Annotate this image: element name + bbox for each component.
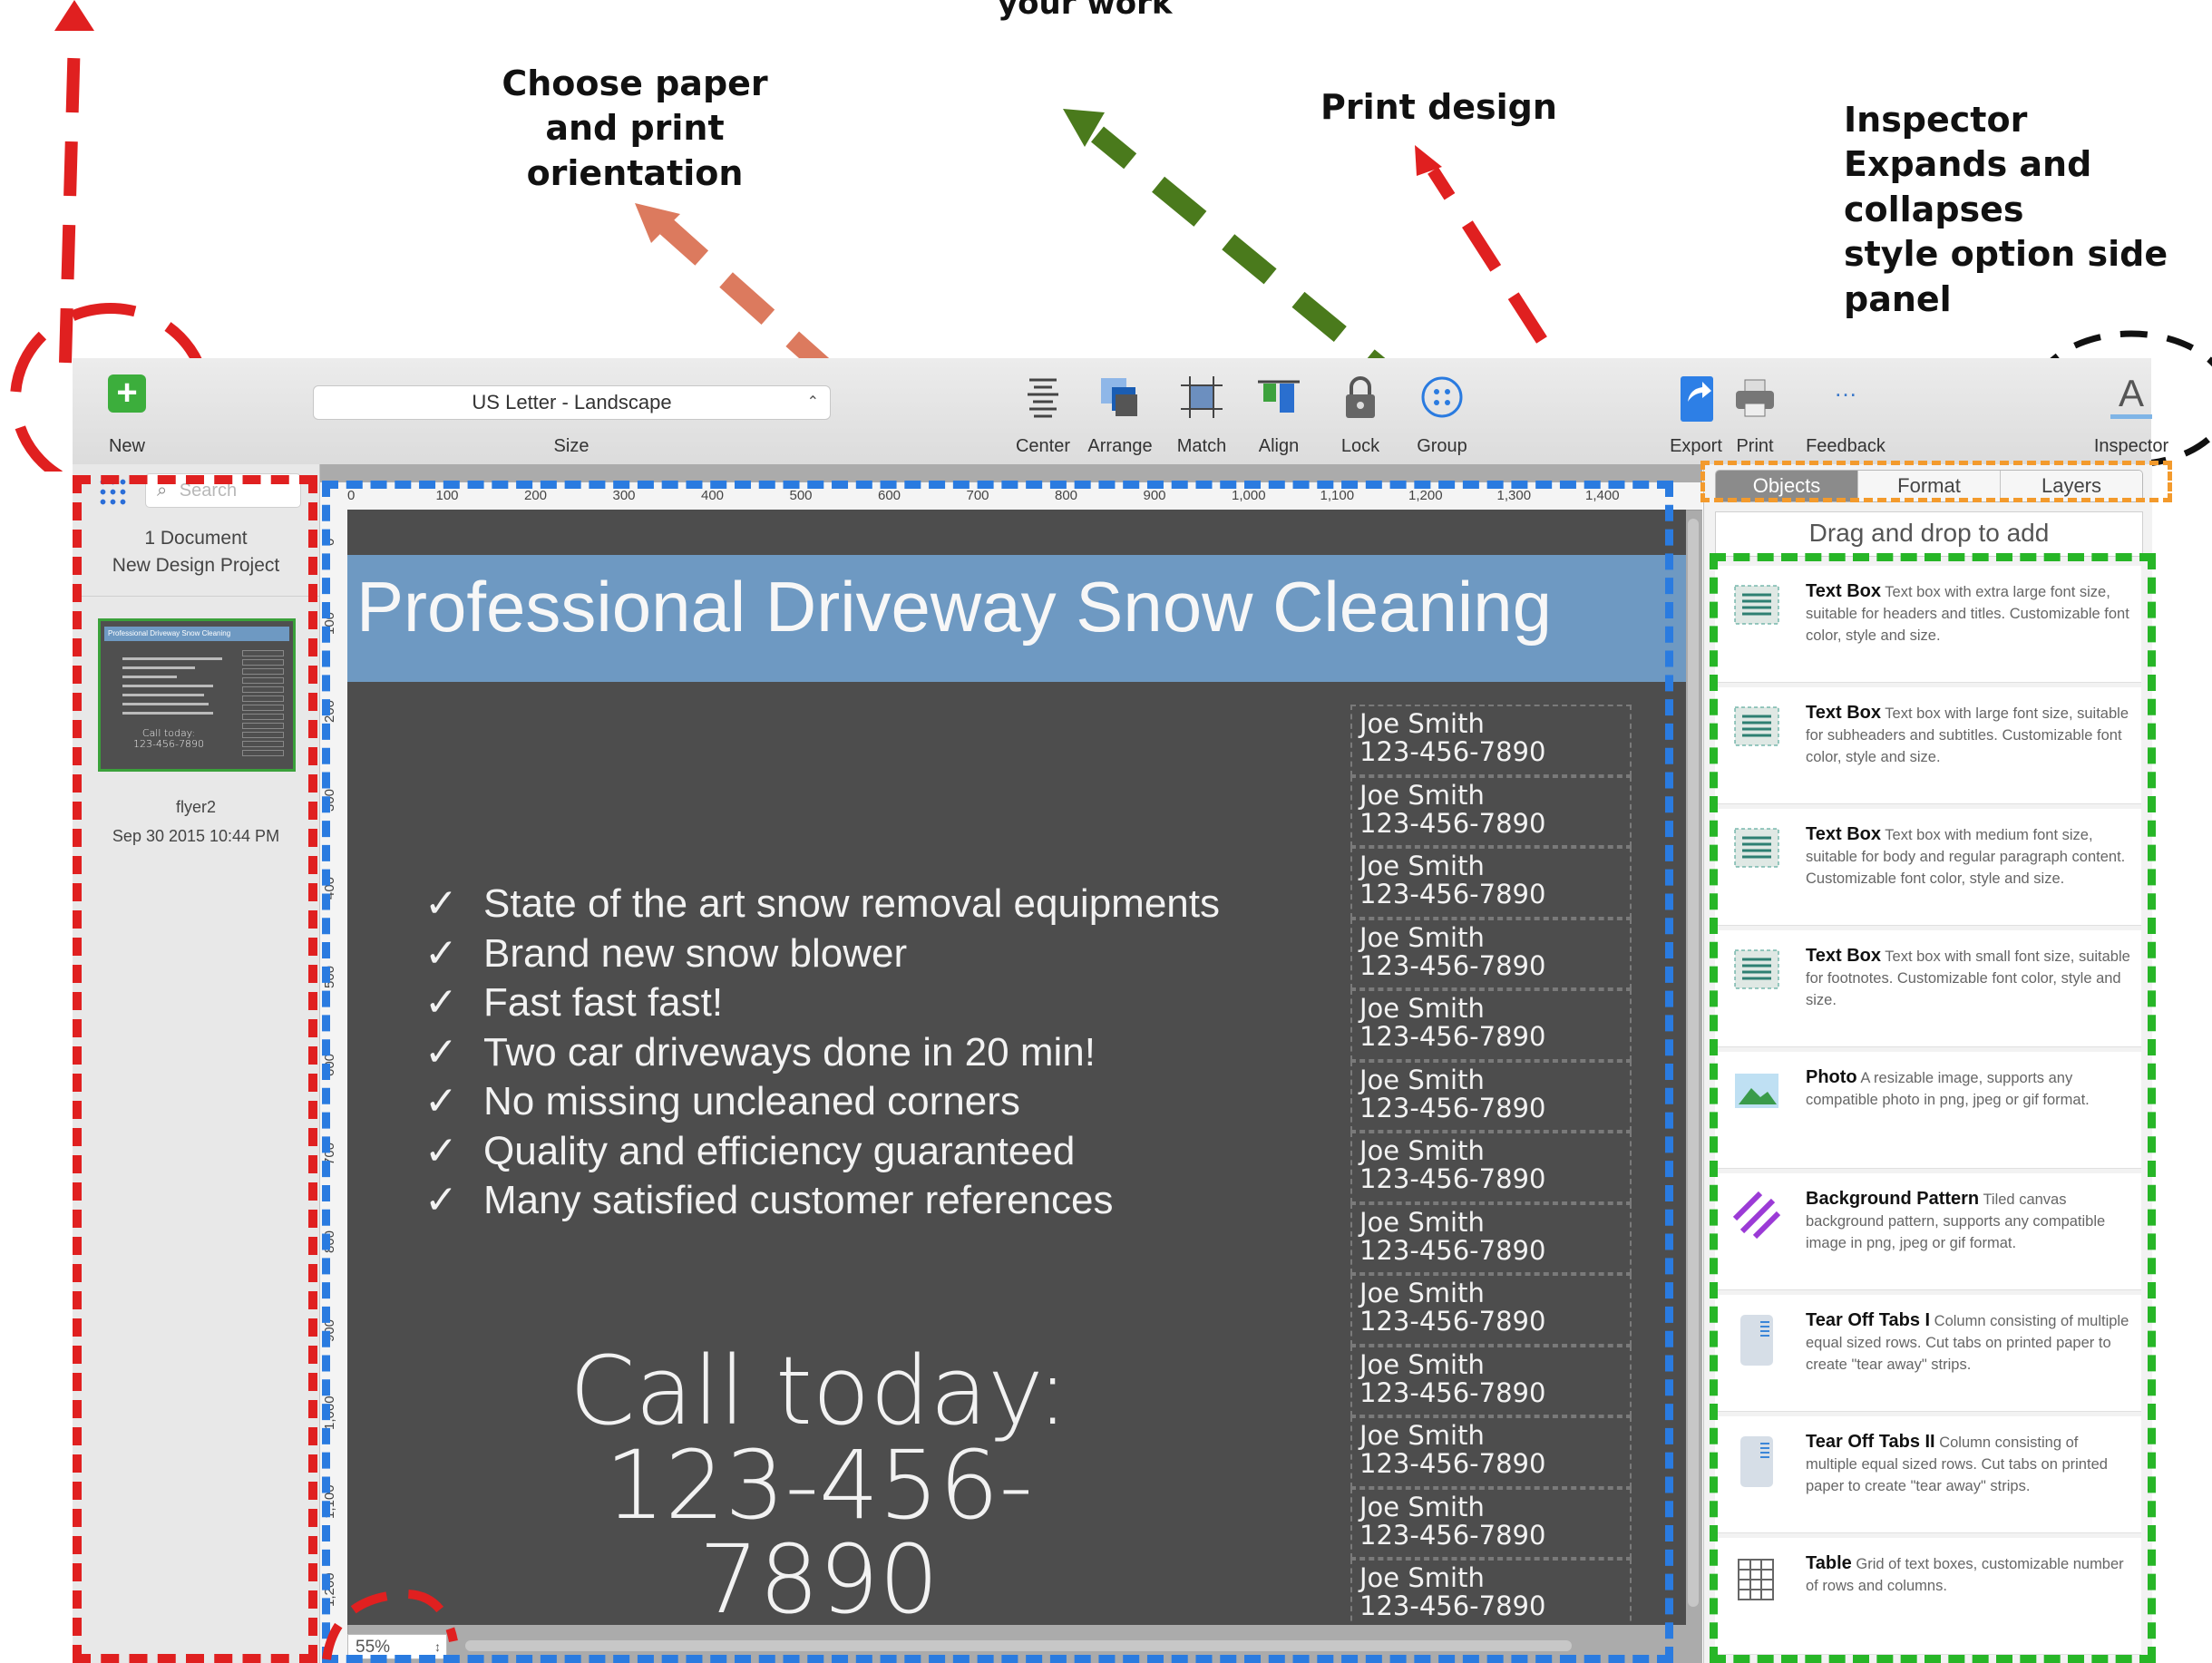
export-button[interactable] bbox=[1660, 374, 1732, 428]
arrange-label: Arrange bbox=[1087, 436, 1153, 456]
toolbar: + New US Letter - Landscape ⌃ Size Cente… bbox=[73, 358, 2168, 465]
new-button[interactable]: + bbox=[91, 374, 163, 413]
center-button[interactable] bbox=[1007, 374, 1079, 424]
align-button[interactable] bbox=[1242, 374, 1315, 424]
vertical-scrollbar[interactable] bbox=[1688, 519, 1699, 1607]
highlight-zoom bbox=[322, 1589, 458, 1660]
inspector-label: Inspector bbox=[2093, 436, 2169, 456]
export-label: Export bbox=[1670, 436, 1722, 456]
highlight-canvas bbox=[322, 481, 1673, 1663]
print-button[interactable] bbox=[1723, 374, 1787, 424]
arrange-button[interactable] bbox=[1079, 374, 1161, 424]
match-button[interactable] bbox=[1165, 374, 1238, 424]
align-icon bbox=[1258, 380, 1300, 413]
feedback-button[interactable]: … bbox=[1800, 374, 1891, 402]
inspector-icon: A bbox=[2118, 372, 2144, 414]
center-icon bbox=[1028, 378, 1058, 418]
paper-size-select[interactable]: US Letter - Landscape ⌃ bbox=[313, 385, 831, 420]
new-label: New bbox=[108, 436, 145, 456]
inspector-button[interactable]: A bbox=[2086, 374, 2177, 419]
lock-icon bbox=[1346, 376, 1375, 418]
printer-icon bbox=[1736, 379, 1774, 417]
lock-button[interactable] bbox=[1324, 374, 1397, 424]
drag-hint: Drag and drop to add bbox=[1715, 511, 2143, 557]
match-icon bbox=[1181, 376, 1223, 418]
align-label: Align bbox=[1258, 436, 1300, 456]
lock-label: Lock bbox=[1340, 436, 1380, 456]
group-label: Group bbox=[1417, 436, 1467, 456]
highlight-sidebar bbox=[73, 475, 317, 1663]
plus-icon: + bbox=[108, 374, 146, 413]
size-label: Size bbox=[553, 436, 590, 456]
group-button[interactable] bbox=[1406, 374, 1478, 424]
export-icon bbox=[1681, 376, 1713, 422]
stepper-icon: ⌃ bbox=[806, 394, 819, 410]
feedback-label: Feedback bbox=[1806, 436, 1886, 456]
match-label: Match bbox=[1176, 436, 1227, 456]
highlight-inspector-tabs bbox=[1700, 461, 2172, 502]
print-label: Print bbox=[1736, 436, 1774, 456]
arrange-icon bbox=[1101, 378, 1137, 416]
center-label: Center bbox=[1015, 436, 1071, 456]
highlight-objects bbox=[1710, 553, 2156, 1663]
ellipsis-icon: … bbox=[1834, 374, 1857, 402]
group-icon bbox=[1421, 376, 1463, 418]
